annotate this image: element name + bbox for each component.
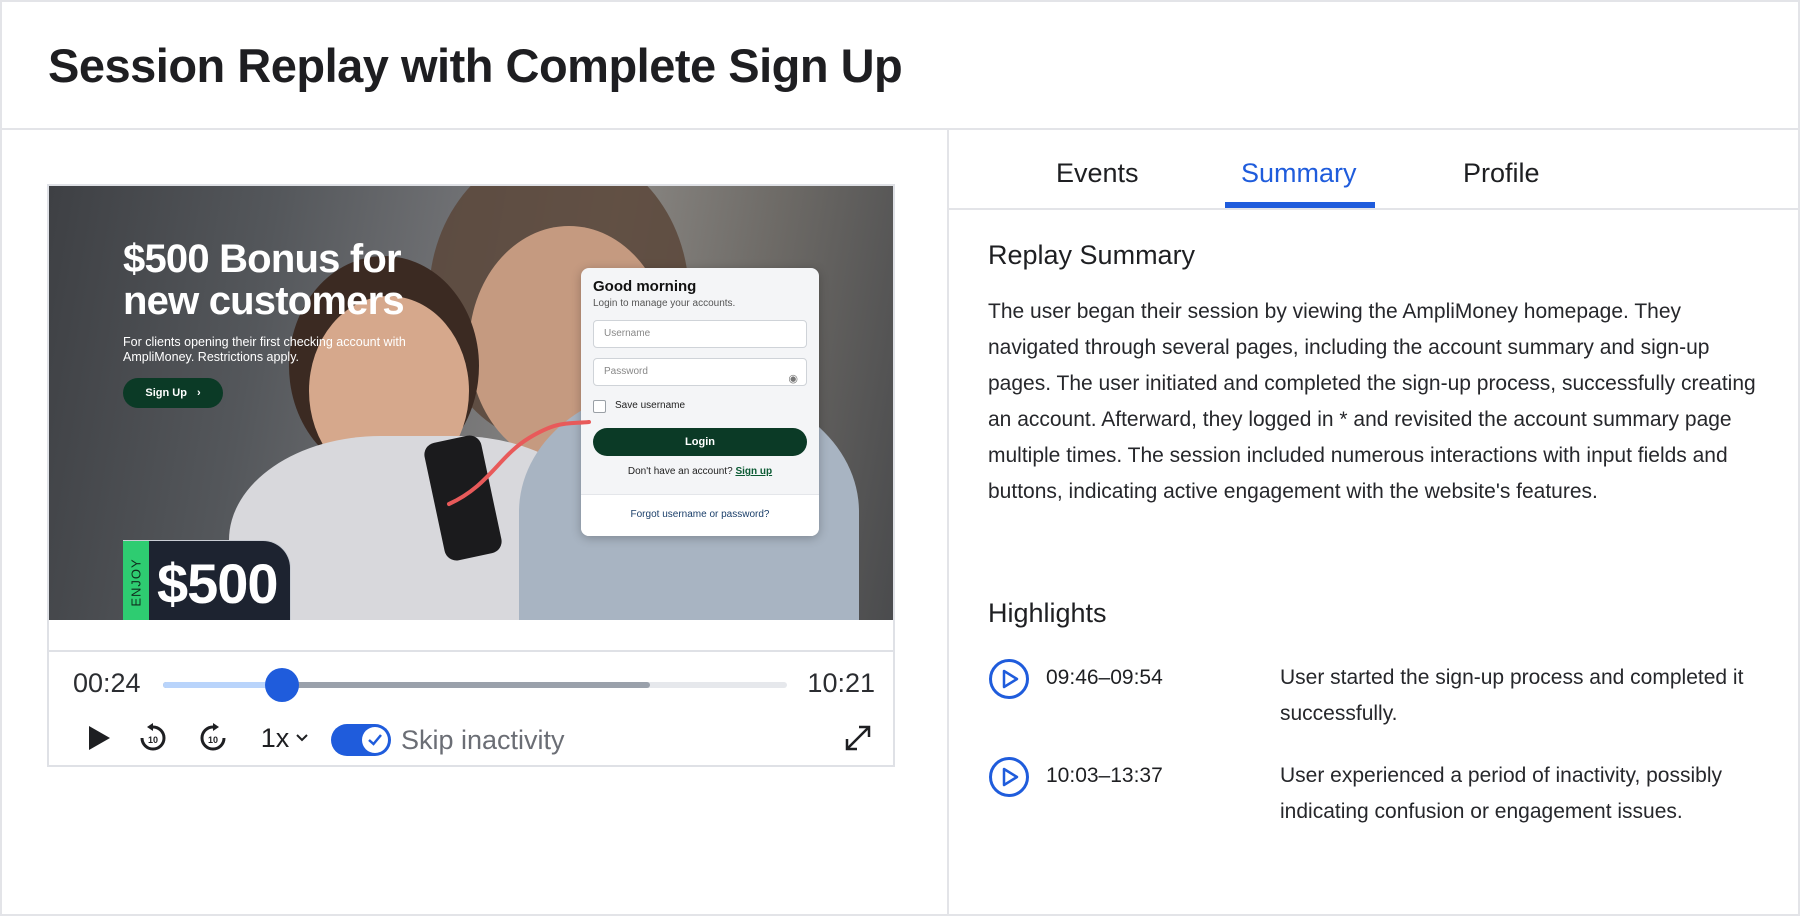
play-circle-icon[interactable] (988, 756, 1030, 798)
highlight-description: User experienced a period of inactivity,… (1280, 764, 1722, 823)
panel-tabs: Events Summary Profile (949, 130, 1800, 210)
highlight-time: 10:03–13:37 (1046, 764, 1163, 787)
played-bar (163, 682, 282, 688)
svg-text:10: 10 (208, 735, 218, 745)
tab-summary[interactable]: Summary (1241, 158, 1357, 189)
skip-inactivity-toggle[interactable] (331, 724, 391, 756)
player-controls: 00:24 10:21 10 10 1x Skip inactivity (49, 650, 893, 766)
highlight-description: User started the sign-up process and com… (1280, 666, 1744, 725)
replay-summary-text: The user began their session by viewing … (988, 300, 1756, 503)
panel-divider (947, 130, 949, 916)
progress-track[interactable] (163, 668, 787, 702)
current-time: 00:24 (73, 668, 141, 698)
forward-10-icon: 10 (200, 723, 226, 751)
active-tab-indicator (1225, 202, 1375, 208)
check-icon (368, 734, 382, 746)
skip-inactivity-label: Skip inactivity (401, 725, 565, 755)
skip-back-button[interactable]: 10 (133, 718, 173, 758)
expand-icon (845, 725, 871, 751)
replay-video-frame[interactable]: $500 Bonus for new customers For clients… (49, 186, 893, 620)
toggle-knob (362, 727, 388, 753)
fullscreen-button[interactable] (839, 718, 877, 758)
tab-profile[interactable]: Profile (1463, 158, 1540, 189)
highlight-time: 09:46–09:54 (1046, 666, 1163, 689)
rewind-10-icon: 10 (140, 723, 166, 751)
replay-summary-title: Replay Summary (988, 240, 1196, 270)
playback-speed-select[interactable]: 1x (253, 718, 317, 758)
session-replay-player: $500 Bonus for new customers For clients… (47, 184, 895, 767)
page-title: Session Replay with Complete Sign Up (48, 39, 903, 92)
chevron-down-icon (296, 734, 308, 742)
play-icon (89, 726, 110, 750)
highlights-title: Highlights (988, 598, 1107, 628)
total-time: 10:21 (807, 668, 875, 698)
svg-text:10: 10 (148, 735, 158, 745)
tab-events[interactable]: Events (1056, 158, 1139, 189)
cursor-trail (447, 420, 591, 506)
play-circle-icon[interactable] (988, 658, 1030, 700)
progress-thumb[interactable] (264, 668, 299, 702)
skip-forward-button[interactable]: 10 (193, 718, 233, 758)
play-button[interactable] (79, 718, 119, 758)
page-header: Session Replay with Complete Sign Up (0, 0, 1800, 130)
